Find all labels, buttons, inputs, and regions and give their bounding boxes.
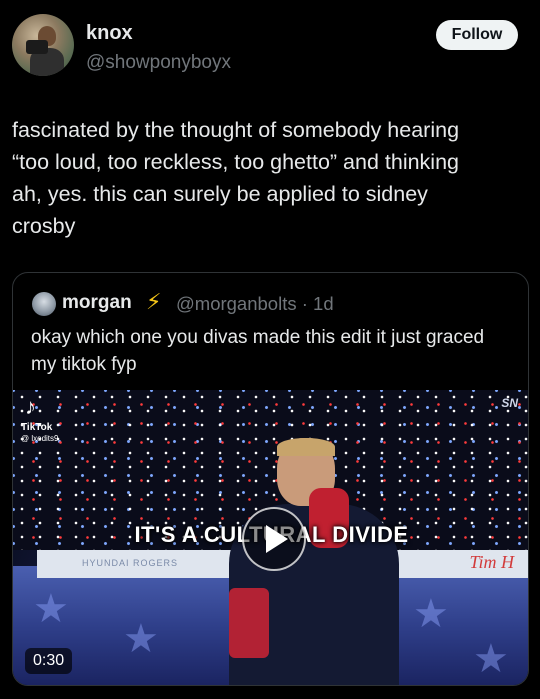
board-ad-right: Tim H [469, 552, 514, 572]
video-duration: 0:30 [25, 648, 73, 674]
quote-display-name[interactable]: morgan [62, 292, 132, 314]
play-icon [266, 525, 288, 553]
tiktok-user: @ lxedits9 [21, 434, 59, 443]
tweet-header: knox @showponyboyx Follow [12, 14, 528, 80]
player-hair [277, 438, 335, 456]
quote-tweet[interactable]: morgan ⚡ @morganbolts · 1d okay which on… [12, 272, 529, 686]
play-button[interactable] [242, 507, 306, 571]
hockey-player [223, 438, 403, 685]
lightning-icon: ⚡ [146, 289, 162, 314]
tweet-text: fascinated by the thought of somebody he… [12, 118, 460, 238]
board-ad-left: HYUNDAI ROGERS [82, 558, 179, 568]
quote-avatar[interactable] [32, 292, 56, 316]
star-icon: ★ [123, 617, 159, 661]
quote-text: okay which one you divas made this edit … [31, 327, 485, 375]
follow-button[interactable]: Follow [436, 20, 518, 50]
player-sleeve [229, 588, 269, 658]
quote-handle-time: @morganbolts · 1d [176, 293, 334, 314]
display-name[interactable]: knox [86, 22, 133, 45]
star-icon: ★ [473, 637, 509, 681]
camera-icon [26, 40, 48, 54]
star-icon: ★ [33, 587, 69, 631]
tiktok-icon: ♪ [25, 394, 36, 419]
avatar[interactable] [12, 14, 74, 76]
star-icon: ★ [413, 592, 449, 636]
user-handle[interactable]: @showponyboyx [86, 52, 231, 74]
tiktok-watermark: ♪ TikTok @ lxedits9 [21, 394, 81, 444]
tiktok-label: TikTok [21, 422, 53, 433]
video-media[interactable]: ★ ★ ★ ★ HYUNDAI ROGERS Tim H ♪ TikTok @ … [13, 390, 528, 685]
broadcaster-logo: SN [501, 396, 518, 410]
